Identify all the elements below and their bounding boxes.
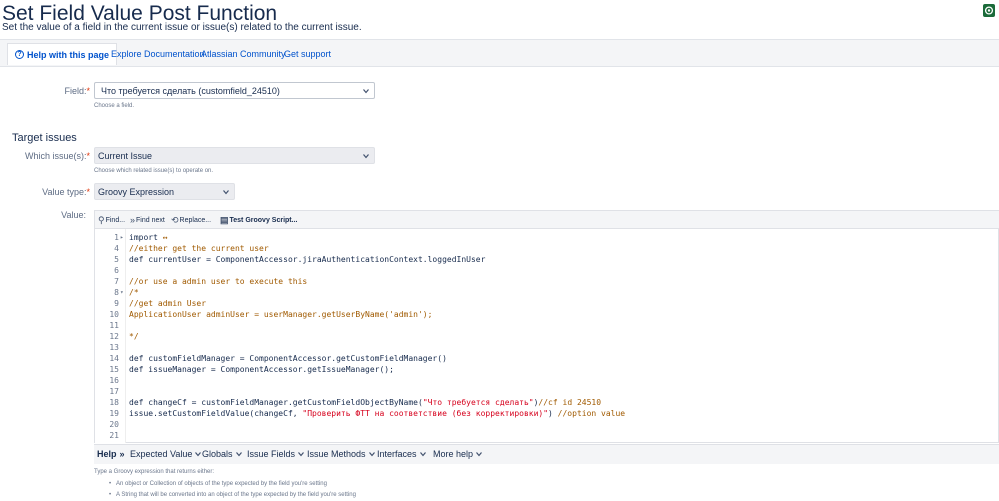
explore-documentation-link[interactable]: Explore Documentation: [111, 49, 205, 59]
line-number: 10: [109, 310, 119, 319]
code-text: */: [129, 332, 139, 341]
app-logo-icon[interactable]: [983, 4, 995, 17]
line-number: 13: [109, 343, 119, 352]
line-number: 18: [109, 398, 119, 407]
value-description-bullet: An object or Collection of objects of th…: [109, 481, 327, 487]
code-text: def customFieldManager = ComponentAccess…: [129, 354, 447, 363]
chevron-down-icon: [363, 89, 369, 94]
chevron-down-icon: [419, 452, 426, 457]
fold-toggle-icon[interactable]: ▾: [120, 287, 124, 298]
question-icon: ?: [15, 50, 24, 59]
help-tab-label: Help with this page: [27, 49, 110, 60]
globals-menu[interactable]: Globals: [202, 449, 242, 459]
value-type-select[interactable]: Groovy Expression: [94, 183, 235, 200]
find-next-button[interactable]: » Find next: [130, 215, 165, 225]
page-subtitle: Set the value of a field in the current …: [2, 22, 362, 33]
chevron-down-icon: [235, 452, 242, 457]
chevron-down-icon: [368, 452, 375, 457]
line-number: 15: [109, 365, 119, 374]
chevron-down-icon: [363, 154, 369, 159]
code-text: import ↔: [129, 233, 168, 242]
script-icon: ▤: [220, 215, 229, 225]
editor-toolbar: ⚲ Find... » Find next ⟲ Replace... ▤ Test Gr…: [95, 211, 999, 229]
get-support-link[interactable]: Get support: [284, 49, 331, 59]
double-chevron-right-icon: »: [130, 215, 136, 225]
value-description-bullet: A String that will be converted into an …: [109, 492, 356, 498]
replace-button[interactable]: ⟲ Replace...: [171, 215, 211, 226]
expected-value-menu[interactable]: Expected Value: [130, 449, 202, 459]
line-number: 4: [114, 244, 119, 253]
help-bar: ? Help with this page Explore Documentat…: [0, 39, 999, 67]
atlassian-community-link[interactable]: Atlassian Community: [201, 49, 286, 59]
search-icon: ⚲: [98, 215, 105, 225]
line-number: 14: [109, 354, 119, 363]
line-number: 7: [114, 277, 119, 286]
code-text: def currentUser = ComponentAccessor.jira…: [129, 255, 486, 264]
line-number: 5: [114, 255, 119, 264]
line-number: 9: [114, 299, 119, 308]
line-number: 19: [109, 409, 119, 418]
issue-fields-menu[interactable]: Issue Fields: [247, 449, 304, 459]
which-issues-hint: Choose which related issue(s) to operate…: [94, 168, 214, 174]
line-number: 21: [109, 431, 119, 440]
value-label: Value:: [61, 210, 86, 220]
more-help-menu[interactable]: More help: [433, 449, 482, 459]
fold-toggle-icon[interactable]: ▸: [120, 232, 124, 243]
code-text: //or use a admin user to execute this: [129, 277, 308, 286]
value-type-label: Value type:*: [42, 187, 90, 197]
which-issues-value: Current Issue: [98, 150, 153, 161]
chevron-down-icon: [298, 452, 304, 457]
value-type-value: Groovy Expression: [98, 186, 175, 197]
code-text: def issueManager = ComponentAccessor.get…: [129, 365, 394, 374]
field-label: Field:*: [64, 86, 90, 96]
line-number: 11: [109, 321, 119, 330]
groovy-code-editor[interactable]: ⚲ Find... » Find next ⟲ Replace... ▤ Test Gr…: [94, 210, 999, 443]
line-number: 17: [109, 387, 119, 396]
chevron-down-icon: [195, 452, 202, 457]
target-issues-heading: Target issues: [12, 132, 77, 144]
replace-icon: ⟲: [171, 215, 179, 225]
code-text: /*: [129, 288, 139, 297]
which-issues-select[interactable]: Current Issue: [94, 147, 375, 164]
test-groovy-script-button[interactable]: ▤ Test Groovy Script...: [220, 215, 297, 226]
code-text: issue.setCustomFieldValue(changeCf, "Про…: [129, 409, 626, 418]
which-issues-label: Which issue(s):*: [24, 151, 90, 161]
chevron-down-icon: [223, 190, 229, 195]
help-menu-toggle[interactable]: Help»: [97, 449, 125, 459]
find-button[interactable]: ⚲ Find...: [98, 215, 125, 226]
line-number: 1: [114, 233, 119, 242]
line-number: 8: [114, 288, 119, 297]
help-menu-bar: Help» Expected Value Globals Issue Field…: [94, 444, 999, 464]
code-text: //either get the current user: [129, 244, 269, 253]
line-number: 12: [109, 332, 119, 341]
field-select[interactable]: Что требуется сделать (customfield_24510…: [94, 82, 375, 99]
interfaces-menu[interactable]: Interfaces: [377, 449, 426, 459]
field-hint: Choose a field.: [94, 103, 135, 109]
field-select-value: Что требуется сделать (customfield_24510…: [101, 85, 280, 96]
help-with-this-page-tab[interactable]: ? Help with this page: [7, 43, 118, 65]
line-number: 6: [114, 266, 119, 275]
code-text: ApplicationUser adminUser = userManager.…: [129, 310, 433, 319]
value-description: Type a Groovy expression that returns ei…: [94, 469, 215, 475]
issue-methods-menu[interactable]: Issue Methods: [307, 449, 375, 459]
line-number: 20: [109, 420, 119, 429]
double-chevron-right-icon: »: [119, 449, 125, 459]
code-text: def changeCf = customFieldManager.getCus…: [129, 398, 602, 407]
code-text: //get admin User: [129, 299, 207, 308]
chevron-down-icon: [476, 452, 482, 457]
line-number: 16: [109, 376, 119, 385]
